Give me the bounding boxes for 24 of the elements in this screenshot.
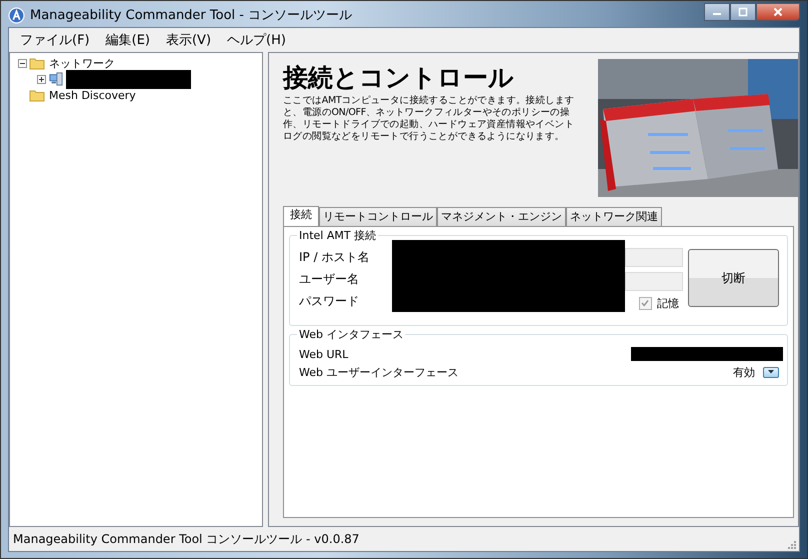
field-label: Web ユーザーインターフェース (299, 364, 458, 380)
status-text: Manageability Commander Tool コンソールツール - v0.0.87 (13, 530, 360, 548)
tab[interactable]: ネットワーク関連 (566, 207, 662, 226)
checkbox-label: 記憶 (657, 296, 679, 311)
group-title: Intel AMT 接続 (297, 228, 378, 243)
field-label: IP / ホスト名 (299, 249, 370, 265)
tree-item[interactable]: Mesh Discovery (47, 88, 138, 102)
description-text: ここではAMTコンピュータに接続することができます。接続しますと、電源のON/OFF、ネットワークフィルターやそのポリシーの操作、リモートドライブでの起動、ハードウェア資産情報やイベントログの閲覧などをリモートで行うことができるようになります。 (283, 95, 576, 143)
window-title: Manageability Commander Tool - コンソールツール (30, 7, 354, 24)
menu-item[interactable]: 表示(V) (160, 29, 216, 51)
tab[interactable]: マネジメント・エンジン (437, 207, 566, 226)
tree-item[interactable]: ネットワーク (47, 56, 117, 70)
menu-item[interactable]: ヘルプ(H) (222, 29, 291, 51)
group-title: Web インタフェース (297, 327, 406, 342)
disconnect-button[interactable]: 切断 (688, 249, 779, 307)
tab[interactable]: 接続 (283, 206, 319, 226)
page-heading: 接続とコントロール (283, 63, 515, 93)
menu-item[interactable]: ファイル(F) (15, 29, 95, 51)
field-label: パスワード (299, 293, 360, 309)
menu-item[interactable]: 編集(E) (100, 29, 155, 51)
field-label: Web URL (299, 348, 348, 360)
tab[interactable]: リモートコントロール (319, 207, 437, 226)
field-label: ユーザー名 (299, 271, 360, 287)
field-value: 有効 (733, 364, 755, 380)
